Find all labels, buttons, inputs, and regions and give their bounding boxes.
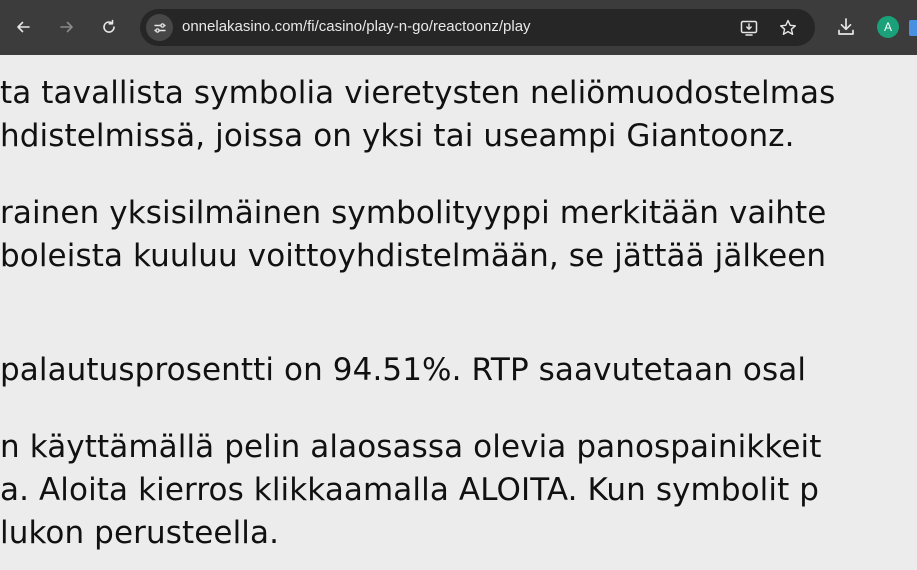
- install-app-icon: [740, 20, 758, 36]
- site-info-button[interactable]: [146, 14, 173, 41]
- extension-icon[interactable]: [909, 20, 917, 36]
- reload-icon: [103, 19, 115, 33]
- text-line: a. Aloita kierros klikkaamalla ALOITA. K…: [0, 472, 820, 508]
- text-line: ta tavallista symbolia vieretysten neliö…: [0, 75, 836, 111]
- address-bar[interactable]: onnelakasino.com/fi/casino/play-n-go/rea…: [140, 9, 815, 46]
- downloads-button[interactable]: [834, 15, 858, 39]
- text-line: palautusprosentti on 94.51%. RTP saavute…: [0, 352, 807, 388]
- text-line: hdistelmissä, joissa on yksi tai useampi…: [0, 118, 795, 154]
- arrow-right-icon: [60, 21, 73, 33]
- arrow-left-icon: [17, 21, 30, 33]
- bookmark-button[interactable]: [778, 18, 798, 38]
- download-icon: [838, 18, 854, 35]
- avatar-initial: A: [883, 20, 892, 34]
- forward-button[interactable]: [54, 14, 80, 40]
- install-app-button[interactable]: [739, 18, 759, 38]
- back-button[interactable]: [10, 14, 36, 40]
- tune-icon: [153, 22, 166, 33]
- text-line: rainen yksisilmäinen symbolityyppi merki…: [0, 195, 827, 231]
- star-icon: [780, 19, 796, 35]
- text-line: lukon perusteella.: [0, 515, 280, 551]
- url-text[interactable]: onnelakasino.com/fi/casino/play-n-go/rea…: [182, 18, 531, 35]
- profile-avatar[interactable]: A: [877, 16, 899, 38]
- text-line: boleista kuuluu voittoyhdistelmään, se j…: [0, 238, 827, 274]
- browser-toolbar: onnelakasino.com/fi/casino/play-n-go/rea…: [0, 0, 917, 55]
- text-line: n käyttämällä pelin alaosassa olevia pan…: [0, 429, 822, 465]
- reload-button[interactable]: [96, 14, 122, 40]
- page-content: ta tavallista symbolia vieretysten neliö…: [0, 55, 917, 570]
